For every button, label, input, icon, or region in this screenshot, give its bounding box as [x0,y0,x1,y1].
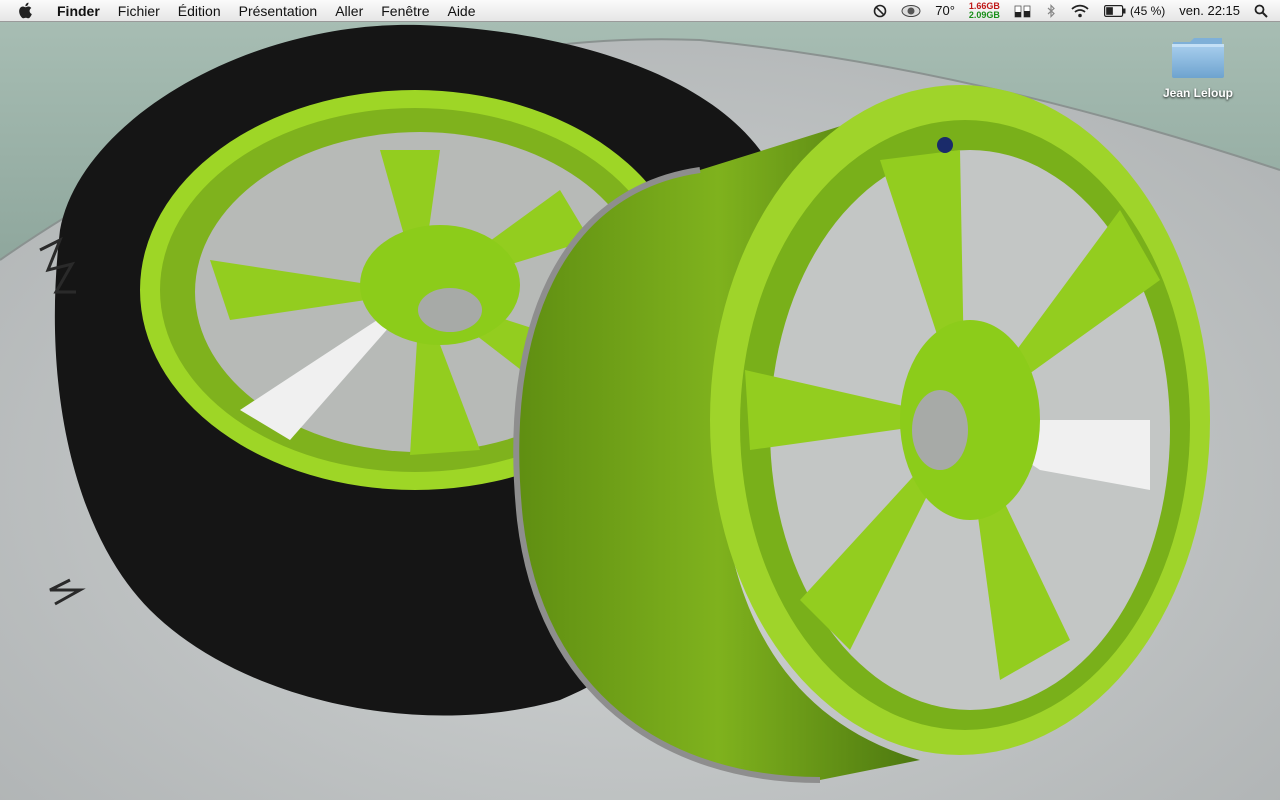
temperature-readout[interactable]: 70° [935,0,955,22]
wifi-icon[interactable] [1070,4,1090,18]
clock[interactable]: ven. 22:15 [1179,0,1240,22]
spotlight-search-icon[interactable] [1254,4,1268,18]
menu-fichier[interactable]: Fichier [109,0,169,22]
battery-icon [1103,4,1126,17]
desktop-wallpaper [0,0,1280,800]
menu-fenetre[interactable]: Fenêtre [372,0,438,22]
memory-readout[interactable]: 1.66GB 2.09GB [968,1,1000,20]
battery-indicator[interactable]: (45 %) [1103,0,1166,22]
desktop-folder-label: Jean Leloup [1162,86,1233,100]
menu-aide[interactable]: Aide [438,0,484,22]
apple-icon[interactable] [18,1,36,21]
menu-presentation[interactable]: Présentation [230,0,327,22]
app-menu-finder[interactable]: Finder [48,0,109,22]
desktop: Finder Fichier Édition Présentation Alle… [0,0,1280,800]
memory-free: 2.09GB [968,9,1000,20]
desktop-folder[interactable]: Jean Leloup [1158,34,1238,100]
no-entry-icon[interactable] [873,4,887,18]
battery-percent: (45 %) [1129,3,1166,18]
cpu-meter-icon[interactable] [1014,4,1032,18]
menu-bar: Finder Fichier Édition Présentation Alle… [0,0,1280,22]
bluetooth-icon[interactable] [1046,3,1056,18]
folder-icon [1172,38,1224,78]
menu-aller[interactable]: Aller [326,0,372,22]
eye-icon[interactable] [901,4,921,18]
menu-edition[interactable]: Édition [169,0,230,22]
